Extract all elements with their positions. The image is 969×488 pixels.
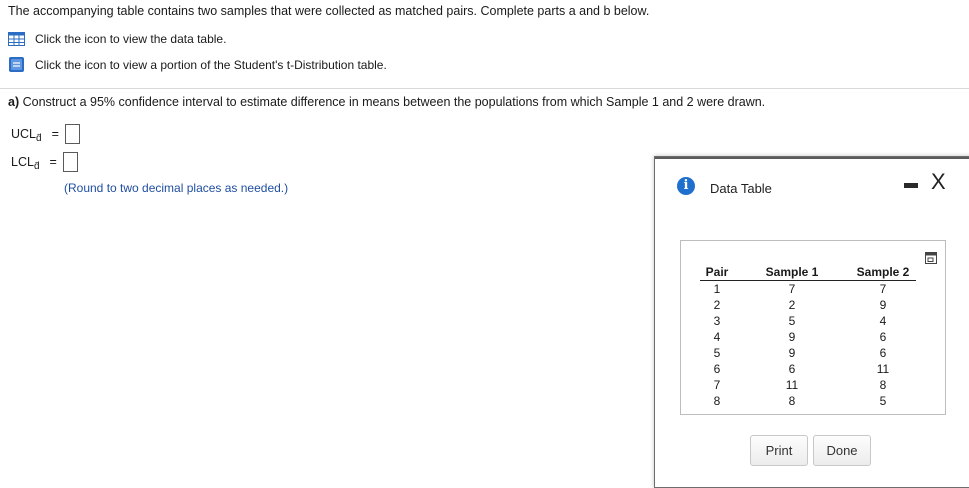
dialog-top-border	[655, 157, 969, 159]
book-icon[interactable]	[8, 56, 25, 73]
part-a-label: a)	[8, 95, 20, 109]
cell-sample-2: 11	[876, 362, 890, 376]
data-table-icon[interactable]	[8, 32, 25, 46]
cell-sample-1: 6	[788, 362, 796, 376]
done-button[interactable]: Done	[813, 435, 871, 466]
cell-pair: 7	[713, 378, 721, 392]
table-row: 2 2 9	[700, 297, 916, 313]
cell-pair: 6	[713, 362, 721, 376]
cell-pair: 5	[713, 346, 721, 360]
info-icon: i	[677, 177, 695, 195]
table-row: 4 9 6	[700, 329, 916, 345]
table-row: 6 6 11	[700, 361, 916, 377]
t-table-link[interactable]: Click the icon to view a portion of the …	[8, 56, 387, 73]
cell-sample-2: 8	[879, 378, 887, 392]
ucl-label: UCL	[11, 127, 37, 141]
t-table-link-text[interactable]: Click the icon to view a portion of the …	[35, 58, 387, 72]
cell-pair: 4	[713, 330, 721, 344]
data-table-link[interactable]: Click the icon to view the data table.	[8, 32, 226, 46]
cell-sample-2: 4	[879, 314, 887, 328]
data-table: Pair Sample 1 Sample 2 1 7 7 2 2 9 3 5 4 4 9 6 5…	[700, 263, 916, 409]
table-row: 7 11 8	[700, 377, 916, 393]
cell-pair: 3	[713, 314, 721, 328]
cell-sample-1: 7	[788, 282, 796, 296]
cell-pair: 8	[713, 394, 721, 408]
minimize-button[interactable]	[904, 183, 918, 188]
cell-sample-1: 11	[785, 378, 799, 392]
cell-sample-2: 5	[879, 394, 887, 408]
column-header-pair: Pair	[700, 263, 734, 281]
cell-sample-1: 2	[788, 298, 796, 312]
close-button[interactable]: X	[931, 171, 946, 193]
table-row: 1 7 7	[700, 281, 916, 298]
table-row: 8 8 5	[700, 393, 916, 409]
cell-sample-1: 9	[788, 330, 796, 344]
dialog-title: Data Table	[710, 181, 772, 196]
cell-sample-2: 6	[879, 346, 887, 360]
print-button[interactable]: Print	[750, 435, 808, 466]
ucl-row: UCL d̄ =	[11, 124, 80, 144]
ucl-equals: =	[51, 127, 59, 141]
table-row: 5 9 6	[700, 345, 916, 361]
data-table-panel: Pair Sample 1 Sample 2 1 7 7 2 2 9 3 5 4 4 9 6 5…	[680, 240, 946, 415]
column-header-sample-1: Sample 1	[760, 263, 824, 281]
cell-sample-2: 6	[879, 330, 887, 344]
rounding-note: (Round to two decimal places as needed.)	[64, 181, 289, 195]
cell-sample-1: 5	[788, 314, 796, 328]
table-header-row: Pair Sample 1 Sample 2	[700, 263, 916, 281]
data-table-dialog: i Data Table X Pair Sample 1 Sample 2 1 7…	[654, 156, 969, 488]
column-gap	[734, 263, 760, 281]
cell-pair: 2	[713, 298, 721, 312]
column-gap	[824, 263, 850, 281]
divider	[0, 88, 969, 89]
question-intro: The accompanying table contains two samp…	[8, 4, 650, 18]
cell-sample-2: 7	[879, 282, 887, 296]
ucl-subscript: d̄	[36, 132, 42, 144]
lcl-label: LCL	[11, 155, 34, 169]
data-table-link-text[interactable]: Click the icon to view the data table.	[35, 32, 226, 46]
table-row: 3 5 4	[700, 313, 916, 329]
cell-sample-1: 9	[788, 346, 796, 360]
lcl-subscript: d̄	[33, 160, 40, 172]
lcl-row: LCL d̄ =	[11, 152, 78, 172]
cell-pair: 1	[713, 282, 721, 296]
lcl-equals: =	[49, 155, 57, 169]
part-a-text: Construct a 95% confidence interval to e…	[22, 95, 766, 109]
column-header-sample-2: Sample 2	[850, 263, 916, 281]
part-a-question: a) Construct a 95% confidence interval t…	[8, 95, 765, 109]
lcl-input[interactable]	[62, 152, 78, 172]
ucl-input[interactable]	[64, 124, 80, 144]
cell-sample-1: 8	[788, 394, 796, 408]
cell-sample-2: 9	[879, 298, 887, 312]
